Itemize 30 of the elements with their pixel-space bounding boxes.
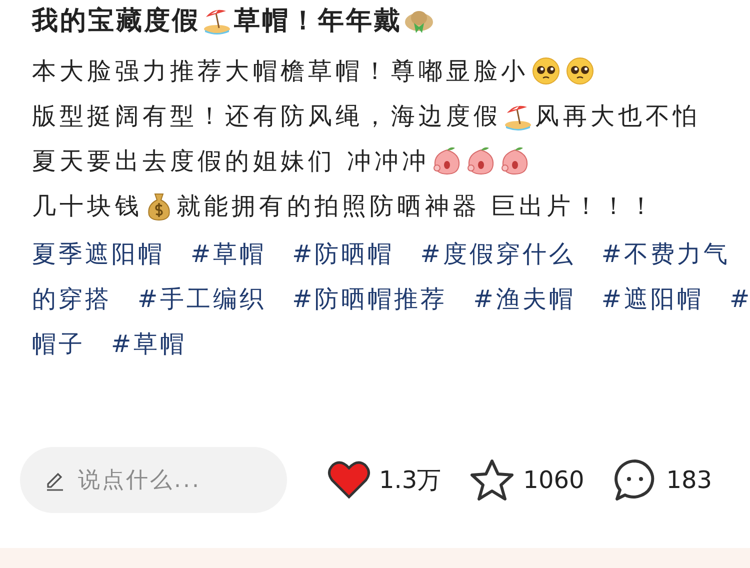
like-button[interactable]: 1.3万 bbox=[327, 460, 442, 500]
hashtag-link[interactable]: #防晒帽 bbox=[292, 238, 394, 270]
post-text: 风再大也不怕 bbox=[535, 100, 701, 132]
hashtag-link[interactable]: 帽子 bbox=[32, 328, 85, 360]
peach-character-icon bbox=[500, 146, 530, 176]
pleading-face-icon bbox=[530, 56, 561, 86]
post-text: 版型挺阔有型！还有防风绳，海边度假 bbox=[32, 100, 502, 132]
post-text: 就能拥有的拍照防晒神器 巨出片！！！ bbox=[176, 190, 657, 222]
post-text: 夏天要出去度假的姐妹们 冲冲冲 bbox=[32, 146, 430, 176]
hashtag-link[interactable]: #渔夫帽 bbox=[473, 282, 576, 314]
pleading-face-icon bbox=[564, 56, 595, 86]
hashtag-link[interactable]: #度假穿什么 bbox=[420, 238, 576, 270]
hashtag-link[interactable]: #草帽 bbox=[190, 238, 266, 270]
hashtag-link[interactable]: #防晒帽推荐 bbox=[292, 282, 448, 314]
hashtag-link[interactable]: 夏季遮阳帽 bbox=[32, 238, 164, 270]
hashtag-link[interactable]: #草帽 bbox=[111, 328, 187, 360]
hashtag-link[interactable]: 的穿搭 bbox=[32, 282, 112, 314]
peach-character-icon bbox=[466, 146, 496, 176]
hashtag-link[interactable]: # bbox=[729, 284, 750, 312]
post-title: 我的宝藏度假 bbox=[32, 4, 200, 38]
post-title: 草帽！年年戴 bbox=[234, 4, 402, 38]
post-text: 几十块钱 bbox=[32, 190, 142, 222]
collect-button[interactable]: 1060 bbox=[469, 458, 584, 502]
hashtag-link[interactable]: #手工编织 bbox=[138, 282, 266, 314]
comment-button[interactable]: 183 bbox=[612, 458, 712, 502]
peach-character-icon bbox=[432, 146, 462, 176]
hashtag-link[interactable]: #遮阳帽 bbox=[601, 282, 704, 314]
post-text: 本大脸强力推荐大帽檐草帽！尊嘟显脸小 bbox=[32, 56, 529, 86]
hashtag-link[interactable]: #不费力气 bbox=[601, 238, 730, 270]
comment-field[interactable]: 说点什么... bbox=[20, 447, 287, 513]
